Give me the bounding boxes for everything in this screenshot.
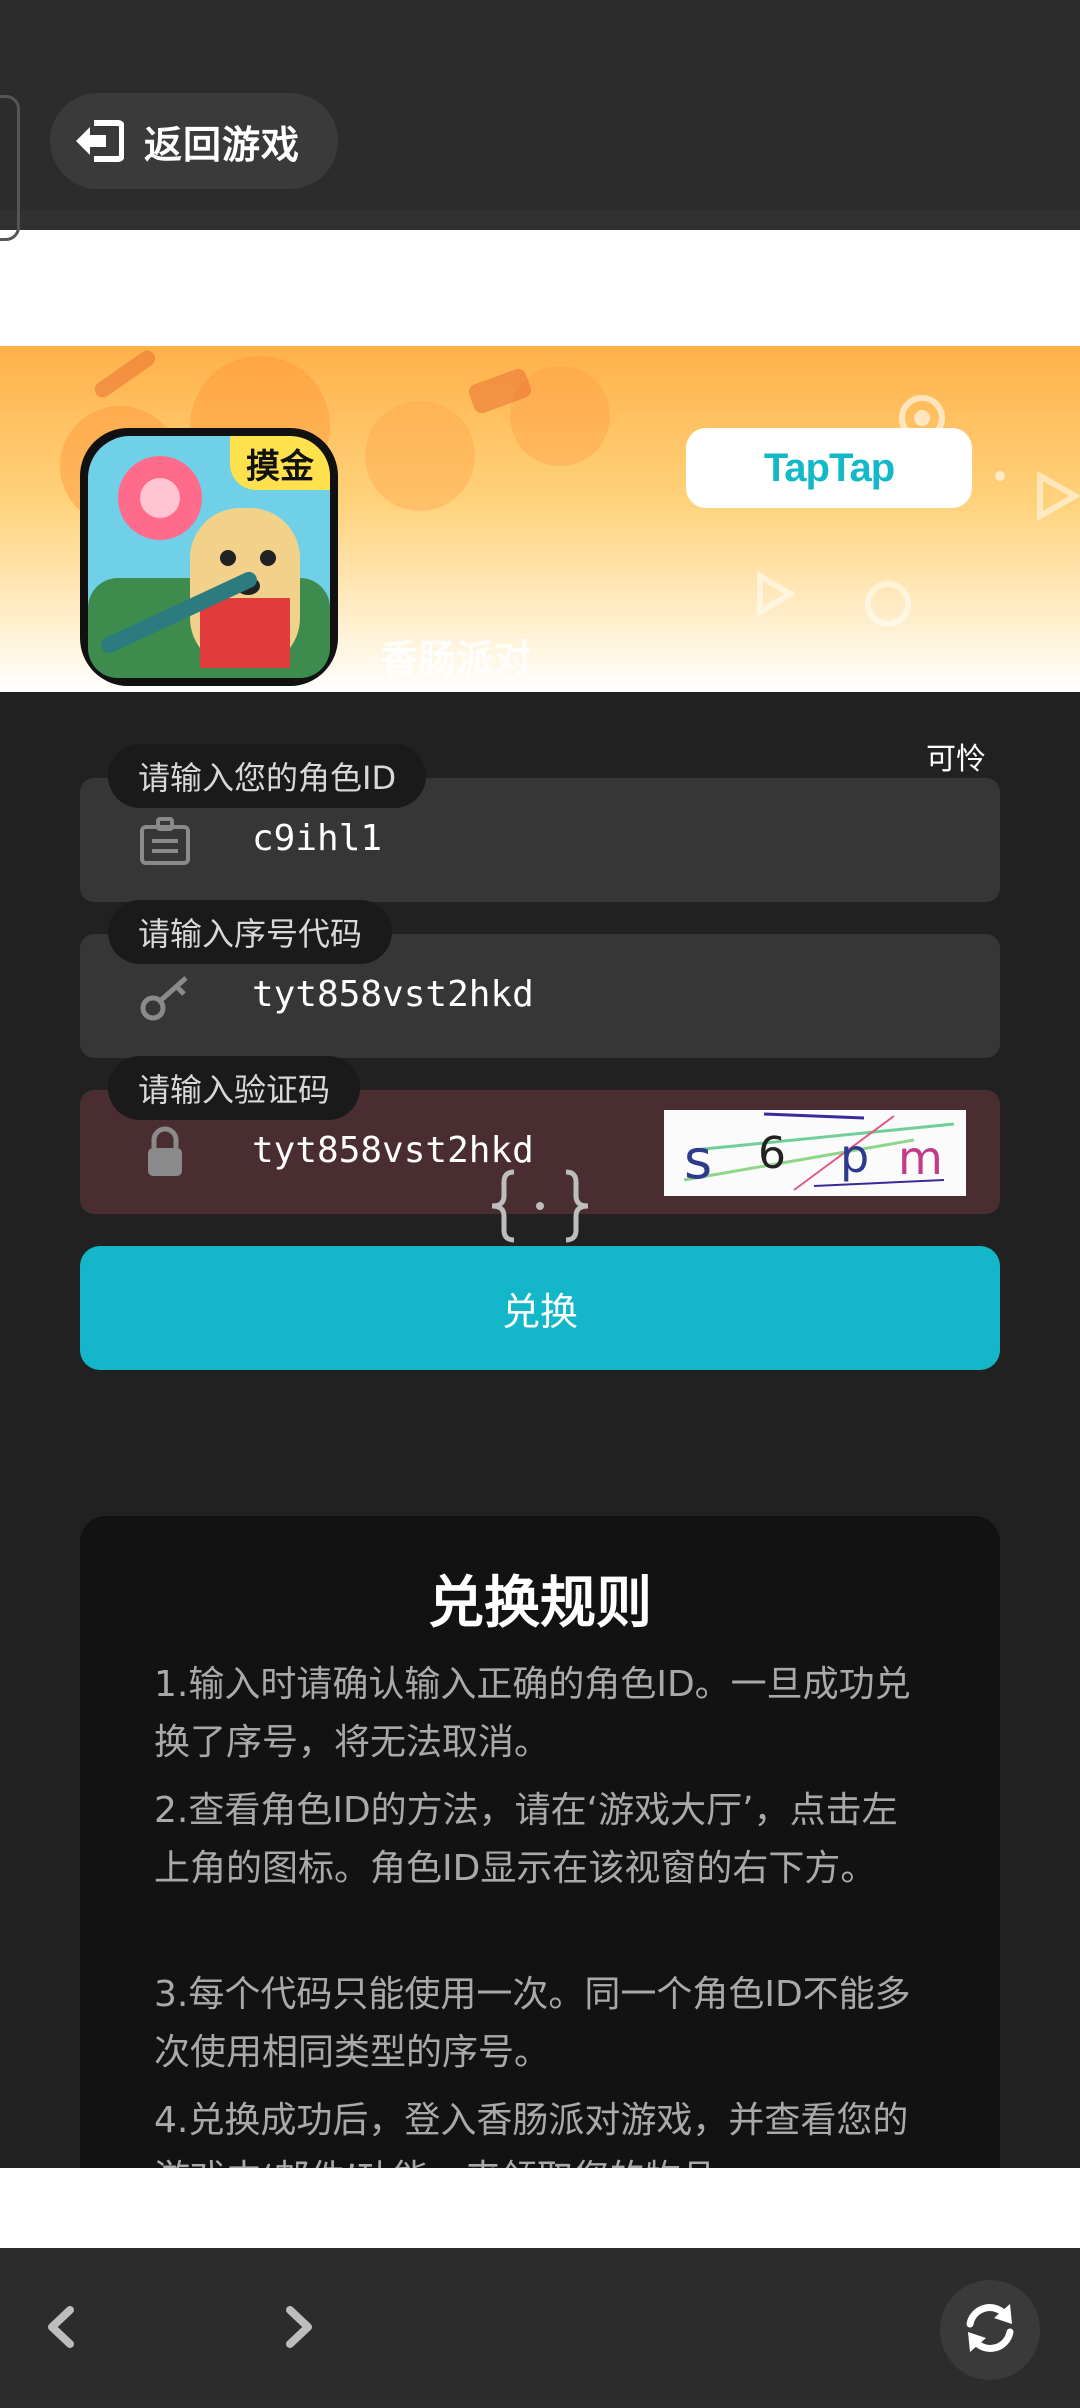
lock-icon bbox=[136, 1124, 194, 1182]
taptap-logo[interactable]: TapTap bbox=[686, 428, 972, 508]
content-gap bbox=[0, 2168, 1080, 2248]
game-badge: 摸金 bbox=[230, 436, 330, 490]
svg-text:6: 6 bbox=[758, 1128, 786, 1179]
svg-text:s: s bbox=[684, 1128, 712, 1191]
back-to-game-button[interactable]: 返回游戏 bbox=[50, 93, 338, 189]
chevron-right-icon[interactable] bbox=[276, 2296, 320, 2358]
captcha-image[interactable]: s 6 p m bbox=[664, 1110, 966, 1196]
side-panel-handle[interactable] bbox=[0, 95, 20, 241]
svg-text:m: m bbox=[898, 1131, 943, 1185]
redeem-button[interactable]: 兑换 bbox=[80, 1246, 1000, 1370]
bottom-navigation-bar bbox=[0, 2248, 1080, 2408]
rule-item: 2.查看角色ID的方法，请在‘游戏大厅’，点击左上角的图标。角色ID显示在该视窗… bbox=[154, 1790, 898, 1889]
role-id-input[interactable]: c9ihl1 bbox=[252, 818, 382, 859]
rule-item: 1.输入时请确认输入正确的角色ID。一旦成功兑换了序号，将无法取消。 bbox=[154, 1664, 911, 1763]
refresh-icon bbox=[960, 2298, 1020, 2362]
selection-bracket-icon bbox=[488, 1168, 592, 1244]
exit-arrow-icon bbox=[68, 111, 128, 171]
key-icon bbox=[136, 968, 194, 1026]
serial-code-label: 请输入序号代码 bbox=[108, 900, 393, 964]
top-bar-divider bbox=[0, 210, 1080, 230]
rules-title: 兑换规则 bbox=[428, 1571, 652, 1636]
svg-text:p: p bbox=[840, 1129, 869, 1183]
serial-code-input[interactable]: tyt858vst2hkd bbox=[252, 974, 534, 1015]
back-to-game-label: 返回游戏 bbox=[144, 122, 301, 167]
captcha-label: 请输入验证码 bbox=[108, 1056, 361, 1120]
account-name: 可怜 bbox=[926, 742, 986, 777]
captcha-input[interactable]: tyt858vst2hkd bbox=[252, 1130, 534, 1171]
id-card-icon bbox=[136, 813, 194, 871]
chevron-left-icon[interactable] bbox=[40, 2296, 84, 2358]
role-id-label: 请输入您的角色ID bbox=[108, 744, 427, 808]
redeem-rules-card: 兑换规则 1.输入时请确认输入正确的角色ID。一旦成功兑换了序号，将无法取消。 … bbox=[80, 1516, 1000, 2216]
rule-item: 3.每个代码只能使用一次。同一个角色ID不能多次使用相同类型的序号。 bbox=[154, 1974, 911, 2073]
game-name: 香肠派对 bbox=[380, 637, 533, 681]
refresh-button[interactable] bbox=[940, 2280, 1040, 2380]
